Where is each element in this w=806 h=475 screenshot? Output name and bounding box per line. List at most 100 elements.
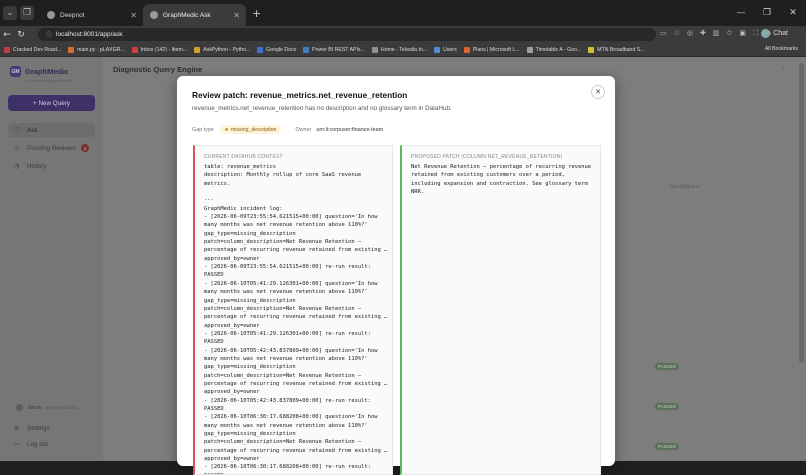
bookmark-favicon-icon	[68, 46, 75, 53]
brand: GM GraphMedic	[10, 66, 68, 77]
page-title: Diagnostic Query Engine	[113, 65, 203, 74]
bookmark-item[interactable]: MTN Broadband S...	[588, 46, 645, 53]
url-field[interactable]: ⓘ localhost:8001/app/ask	[38, 28, 656, 41]
bookmark-item[interactable]: Inbox (142) - lbem...	[131, 46, 187, 53]
favorites-icon[interactable]: ✩	[727, 29, 733, 38]
patch-metadata: Gap type missing_description Owner urn:l…	[192, 125, 383, 134]
bookmarks-bar: Cracked Dev Road... main.py - pLAXGR... …	[0, 43, 806, 57]
logout-icon: ↪	[14, 440, 20, 448]
bookmark-item[interactable]: Home - Tekedia In...	[371, 46, 427, 53]
microsoft-icon	[463, 46, 470, 53]
chat-button[interactable]: Chat	[761, 29, 788, 38]
sidebar-item-logout[interactable]: ↪ Log out	[8, 437, 95, 451]
theme-toggle-icon[interactable]: ☀	[781, 66, 786, 73]
close-tab-icon[interactable]: ✕	[233, 11, 240, 20]
modal-title: Review patch: revenue_metrics.net_revenu…	[192, 90, 408, 100]
gap-type-value: missing_description	[230, 126, 277, 133]
sidebar-item-label: Log out	[27, 440, 49, 448]
close-window-icon[interactable]: ✕	[780, 8, 806, 18]
scrollbar[interactable]	[799, 61, 804, 457]
sidebar-item-ask[interactable]: ☐ Ask	[8, 123, 95, 137]
bookmark-item[interactable]: Power BI REST APIs...	[303, 46, 365, 53]
status-badge: PASSED	[655, 403, 679, 410]
graphmedic-logo-icon: GM	[10, 66, 21, 77]
tab-favicon-icon	[47, 11, 55, 19]
chat-icon: ☐	[14, 126, 20, 134]
sidebar-item-label: Pending Reviews	[27, 144, 76, 152]
current-context-pane[interactable]: CURRENT DATAHUB CONTEXT table: revenue_m…	[193, 145, 393, 475]
sidebar: GM GraphMedic AI-powered diagnostic hub …	[0, 57, 103, 461]
gap-type-label: Gap type	[192, 126, 214, 133]
user-profile[interactable]: Seun seun@gmail.com	[16, 404, 77, 411]
user-name: Seun	[28, 404, 41, 411]
new-query-button[interactable]: + New Query	[8, 95, 95, 111]
mail-icon	[131, 46, 138, 53]
sidebar-item-history[interactable]: ◔ History	[8, 159, 95, 173]
brand-subtitle: AI-powered diagnostic hub	[25, 78, 73, 83]
bookmark-favicon-icon	[526, 46, 533, 53]
bookmark-item[interactable]: Timetable A - Goo...	[526, 46, 581, 53]
current-context-label: CURRENT DATAHUB CONTEXT	[204, 154, 283, 160]
avatar	[16, 404, 23, 411]
tab-title: Deepnot	[60, 11, 85, 19]
bookmark-favicon-icon	[303, 46, 310, 53]
all-bookmarks-folder[interactable]: All Bookmarks	[765, 46, 798, 52]
proposed-patch-label: PROPOSED PATCH (COLUMN NET_REVENUE_RETEN…	[411, 154, 563, 160]
sidebar-item-settings[interactable]: ⚙ Settings	[8, 421, 95, 435]
status-badge: PASSED	[655, 443, 679, 450]
sidebar-item-label: Ask	[27, 126, 38, 134]
tab-favicon-icon	[150, 11, 158, 19]
bookmark-item[interactable]: main.py - pLAXGR...	[68, 46, 125, 53]
close-modal-button[interactable]: ✕	[591, 85, 605, 99]
maximize-icon[interactable]: ❐	[754, 8, 780, 18]
site-info-icon[interactable]: ⓘ	[46, 30, 52, 39]
owner-label: Owner	[295, 126, 312, 133]
chat-label: Chat	[773, 30, 788, 37]
address-bar-row: ← ↻ ⓘ localhost:8001/app/ask ▭ ☆ ◎ ✚ ▥ ✩…	[0, 26, 806, 43]
background-text: last drafted a	[670, 184, 699, 190]
bookmark-item[interactable]: AskPython - Pytho...	[194, 46, 250, 53]
close-tab-icon[interactable]: ✕	[130, 11, 137, 20]
minimize-icon[interactable]: —	[728, 8, 754, 18]
sidebar-item-label: Settings	[27, 424, 50, 432]
sidebar-item-pending-reviews[interactable]: ◷ Pending Reviews 1	[8, 141, 95, 155]
new-tab-icon[interactable]: +	[252, 7, 261, 20]
screenshot-icon[interactable]: ⛶	[753, 29, 758, 38]
tab-search-icon[interactable]: ⌄	[3, 6, 17, 20]
back-icon[interactable]: ←	[0, 30, 14, 40]
bookmark-item[interactable]: Plans | Microsoft L...	[463, 46, 520, 53]
user-email: seun@gmail.com	[44, 405, 78, 410]
proposed-patch-pane[interactable]: PROPOSED PATCH (COLUMN NET_REVENUE_RETEN…	[400, 145, 601, 475]
bookmark-item[interactable]: Cracked Dev Road...	[4, 46, 61, 53]
gear-icon: ⚙	[14, 424, 20, 432]
puzzle-icon[interactable]: ✚	[700, 29, 706, 38]
browser-tab[interactable]: Deepnot ✕	[40, 4, 143, 26]
sidebar-item-label: History	[27, 162, 47, 170]
refresh-icon[interactable]: ↻	[14, 30, 28, 40]
pending-count-badge: 1	[81, 144, 89, 152]
window-controls: — ❐ ✕	[728, 0, 806, 26]
scrollbar-thumb[interactable]	[799, 63, 804, 363]
brand-name: GraphMedic	[25, 67, 69, 76]
bookmark-item[interactable]: Users	[434, 46, 457, 53]
docs-icon	[257, 46, 264, 53]
gap-type-badge: missing_description	[219, 125, 282, 134]
modal-subtitle: revenue_metrics.net_revenue_retention ha…	[192, 105, 452, 112]
collections-icon[interactable]: ▣	[739, 29, 746, 38]
star-icon[interactable]: ☆	[674, 29, 680, 38]
bookmark-favicon-icon	[194, 46, 201, 53]
app-root: GM GraphMedic AI-powered diagnostic hub …	[0, 57, 806, 475]
workspaces-icon[interactable]: ❐	[20, 6, 34, 20]
cast-icon[interactable]: ▭	[660, 29, 667, 38]
bookmark-favicon-icon	[4, 46, 10, 53]
split-screen-icon[interactable]: ▥	[713, 29, 720, 38]
history-icon: ◔	[14, 162, 20, 170]
close-icon: ✕	[595, 88, 601, 96]
bookmark-item[interactable]: Google Docs	[257, 46, 296, 53]
extension-icon[interactable]: ◎	[687, 29, 693, 38]
browser-tab-active[interactable]: GraphMedic Ask ✕	[143, 4, 246, 26]
warning-dot-icon	[224, 128, 228, 131]
users-icon	[434, 46, 441, 53]
bookmark-favicon-icon	[371, 46, 378, 53]
owner-value: urn:li:corpuser:finance-team	[316, 126, 384, 133]
